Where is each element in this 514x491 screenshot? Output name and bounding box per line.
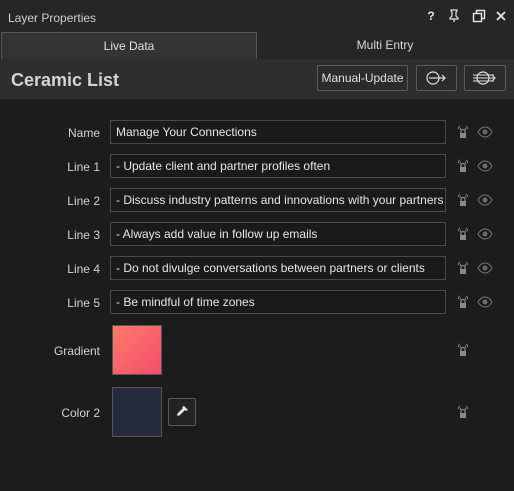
title-bar: Layer Properties ? <box>0 0 514 32</box>
field-label-line-4: Line 4 <box>67 262 100 276</box>
pin-icon[interactable] <box>447 9 461 23</box>
eyedropper-button[interactable] <box>168 398 196 426</box>
manual-update-button[interactable]: Manual-Update <box>317 65 408 91</box>
field-label-name: Name <box>67 126 100 140</box>
send-all-icon <box>473 71 496 85</box>
gradient-swatch[interactable] <box>112 325 162 375</box>
live-link-icon[interactable] <box>455 260 471 276</box>
live-link-icon[interactable] <box>455 192 471 208</box>
visibility-eye-icon[interactable] <box>477 260 493 276</box>
tab-bar: Live Data Multi Entry <box>0 32 514 59</box>
live-link-icon[interactable] <box>455 342 471 358</box>
live-link-icon[interactable] <box>455 158 471 174</box>
color-2-swatch[interactable] <box>112 387 162 437</box>
visibility-eye-icon[interactable] <box>477 158 493 174</box>
line-3-input[interactable]: - Always add value in follow up emails <box>110 222 446 246</box>
visibility-eye-icon[interactable] <box>477 192 493 208</box>
name-input[interactable]: Manage Your Connections <box>110 120 446 144</box>
field-label-line-1: Line 1 <box>67 160 100 174</box>
live-link-icon[interactable] <box>455 294 471 310</box>
line-2-input[interactable]: - Discuss industry patterns and innovati… <box>110 188 446 212</box>
tab-multi-entry[interactable]: Multi Entry <box>257 32 513 59</box>
close-icon[interactable] <box>494 9 508 23</box>
eyedropper-icon <box>177 406 188 416</box>
window-title: Layer Properties <box>8 11 97 25</box>
line-5-input[interactable]: - Be mindful of time zones <box>110 290 446 314</box>
layer-header: Ceramic List Manual-Update <box>0 59 514 99</box>
field-label-line-2: Line 2 <box>67 194 100 208</box>
live-link-icon[interactable] <box>455 124 471 140</box>
tab-live-data[interactable]: Live Data <box>1 32 257 59</box>
send-icon <box>425 71 446 85</box>
live-link-icon[interactable] <box>455 404 471 420</box>
line-4-input[interactable]: - Do not divulge conversations between p… <box>110 256 446 280</box>
visibility-eye-icon[interactable] <box>477 226 493 242</box>
help-icon[interactable]: ? <box>424 9 438 23</box>
color-2-label: Color 2 <box>61 406 100 420</box>
send-button[interactable] <box>416 65 457 91</box>
field-label-line-5: Line 5 <box>67 296 100 310</box>
field-label-line-3: Line 3 <box>67 228 100 242</box>
gradient-label: Gradient <box>53 344 100 358</box>
layer-name: Ceramic List <box>11 70 120 90</box>
line-1-input[interactable]: - Update client and partner profiles oft… <box>110 154 446 178</box>
visibility-eye-icon[interactable] <box>477 294 493 310</box>
live-link-icon[interactable] <box>455 226 471 242</box>
visibility-eye-icon[interactable] <box>477 124 493 140</box>
restore-icon[interactable] <box>472 9 486 23</box>
send-all-button[interactable] <box>464 65 506 91</box>
